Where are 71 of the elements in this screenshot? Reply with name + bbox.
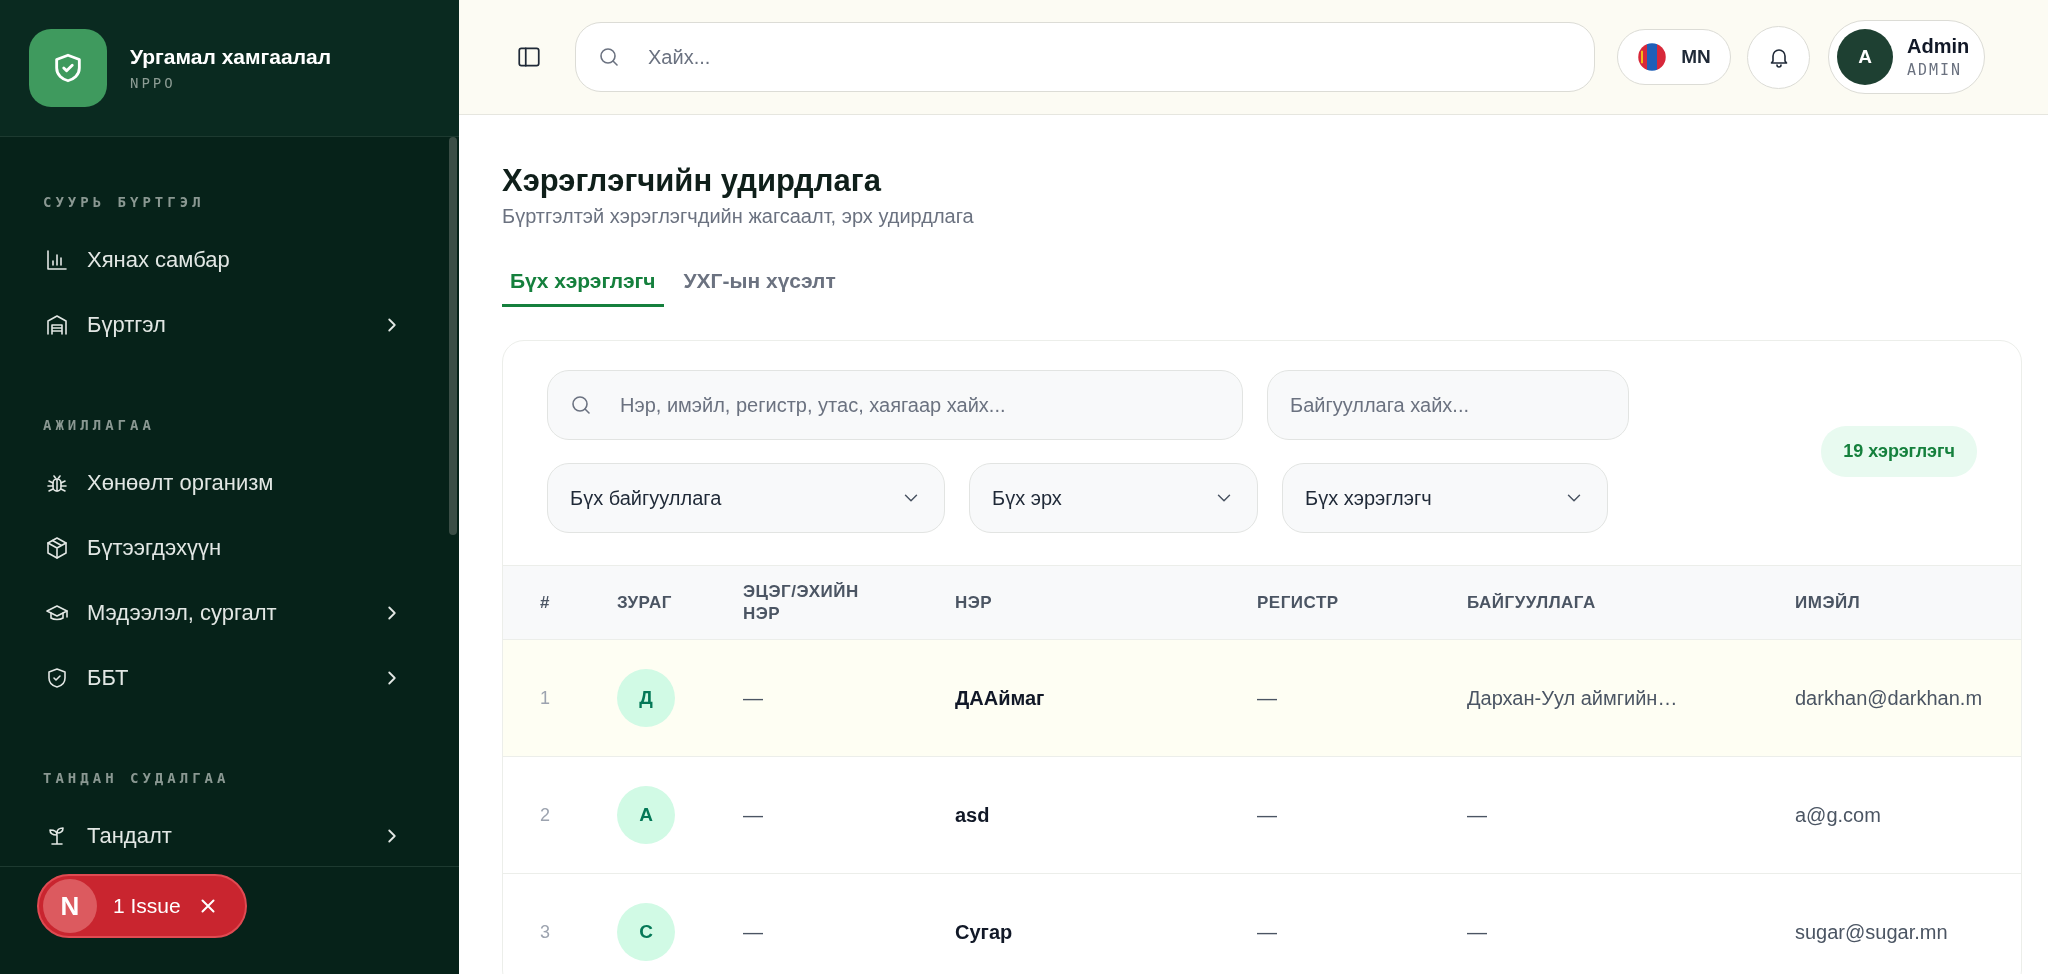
column-header: ЭЦЭГ/ЭХИЙН НЭР <box>743 580 860 625</box>
section-label: СУУРЬ БҮРТГЭЛ <box>43 193 206 212</box>
table-cell: Дархан-Уул аймгийн… <box>1467 686 1678 709</box>
issue-button[interactable]: N 1 Issue <box>37 874 247 938</box>
section-label: АЖИЛЛАГАА <box>43 416 156 435</box>
sidebar-item[interactable]: Тандалт <box>43 803 403 866</box>
building-icon <box>45 312 69 337</box>
app-subtitle: NPPO <box>130 75 177 91</box>
scrollbar-thumb[interactable] <box>449 137 457 535</box>
table-cell: ДААймаг <box>955 686 1045 709</box>
cube-icon <box>45 535 69 560</box>
table-cell: darkhan@darkhan.m <box>1795 686 1983 709</box>
sidebar-item[interactable]: Хөнөөлт организм <box>43 450 403 515</box>
sidebar-toggle-button[interactable] <box>516 44 542 70</box>
row-number: 1 <box>540 687 550 708</box>
table-cell: a@g.com <box>1795 803 1881 826</box>
sidebar-item[interactable]: Бүтээгдэхүүн <box>43 515 403 580</box>
table-cell: asd <box>955 803 990 826</box>
search-icon <box>569 393 593 417</box>
column-header: ЗУРАГ <box>617 591 673 614</box>
filter-dropdown[interactable]: Бүх байгууллага <box>547 463 945 533</box>
search-field[interactable]: Хайх... <box>575 22 1595 92</box>
sidebar-item[interactable]: ББТ <box>43 645 403 710</box>
column-header: # <box>540 591 551 614</box>
sidebar-item[interactable]: Мэдээлэл, сургалт <box>43 580 403 645</box>
user-role: ADMIN <box>1907 61 1963 79</box>
page-subtitle: Бүртгэлтэй хэрэглэгчдийн жагсаалт, эрх удирдлага <box>502 205 975 228</box>
bar-chart-icon <box>45 247 69 272</box>
shield-check-icon <box>45 665 69 690</box>
flag-icon <box>1637 42 1668 72</box>
table-cell: — <box>1257 920 1277 943</box>
table-cell: — <box>743 920 763 943</box>
row-number: 3 <box>540 921 550 942</box>
sidebar-item[interactable]: Хянах самбар <box>43 227 403 292</box>
tab[interactable]: Бүх хэрэглэгч <box>502 258 664 307</box>
filter-dropdown[interactable]: Бүх хэрэглэгч <box>1282 463 1608 533</box>
user-avatar: A <box>1837 29 1893 85</box>
search-icon <box>597 45 621 69</box>
user-menu-button[interactable]: A Admin ADMIN <box>1828 20 1985 94</box>
user-avatar: Д <box>617 669 675 727</box>
app-title: Ургамал хамгаалал <box>130 45 331 69</box>
organization-search-field[interactable]: Байгууллага хайх... <box>1267 370 1629 440</box>
column-header: ИМЭЙЛ <box>1795 591 1862 614</box>
table-cell: — <box>1467 803 1487 826</box>
user-name: Admin <box>1907 35 1970 58</box>
filter-dropdown[interactable]: Бүх эрх <box>969 463 1258 533</box>
table-cell: sugar@sugar.mn <box>1795 920 1948 943</box>
table-cell: — <box>743 686 763 709</box>
user-count-badge: 19 хэрэглэгч <box>1821 426 1977 477</box>
tab[interactable]: УХГ-ын хүсэлт <box>675 258 844 307</box>
page-title: Хэрэглэгчийн удирдлага <box>502 163 883 199</box>
column-header: БАЙГУУЛЛАГА <box>1467 591 1597 614</box>
user-avatar: A <box>617 786 675 844</box>
table-row[interactable]: 1 Д — ДААймаг — Дархан-Уул аймгийн… darkhan@darkhan.m <box>503 640 2021 757</box>
table-cell: — <box>743 803 763 826</box>
language-button[interactable]: MN <box>1617 29 1731 85</box>
sidebar-item[interactable]: Бүртгэл <box>43 292 403 357</box>
column-header: РЕГИСТР <box>1257 591 1340 614</box>
sidebar-panel-icon <box>516 44 542 70</box>
table-cell: — <box>1257 686 1277 709</box>
row-number: 2 <box>540 804 550 825</box>
logo-badge: N <box>43 879 97 933</box>
table-row[interactable]: 2 A — asd — — a@g.com <box>503 757 2021 874</box>
table-cell: Сугар <box>955 920 1013 943</box>
table-row[interactable]: 3 С — Сугар — — sugar@sugar.mn <box>503 874 2021 974</box>
table-cell: — <box>1467 920 1487 943</box>
section-label: ТАНДАН СУДАЛГАА <box>43 769 231 788</box>
search-field[interactable]: Нэр, имэйл, регистр, утас, хаягаар хайх... <box>547 370 1243 440</box>
user-avatar: С <box>617 903 675 961</box>
column-header: НЭР <box>955 591 994 614</box>
table-cell: — <box>1257 803 1277 826</box>
